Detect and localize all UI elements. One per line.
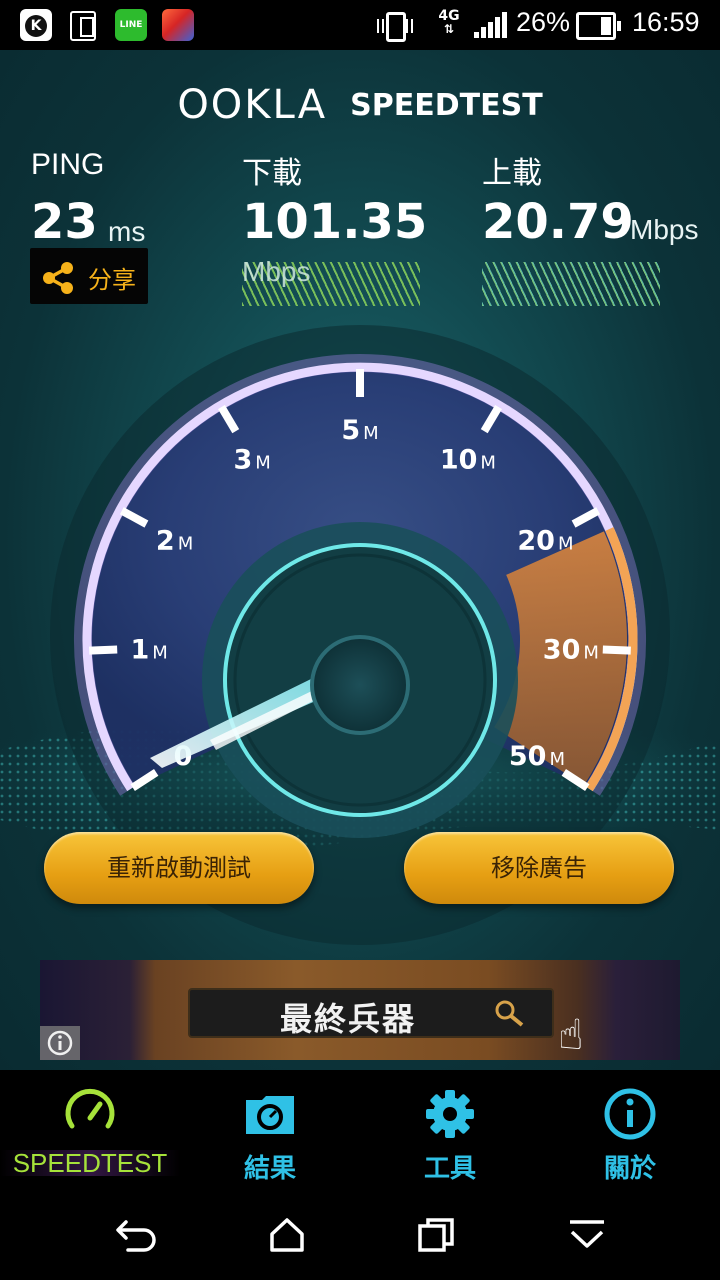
gauge-tick	[602, 645, 631, 655]
vibrate-icon	[377, 12, 413, 42]
ad-info-icon[interactable]	[40, 1026, 80, 1060]
gauge-tick-number: 20	[517, 525, 555, 556]
gauge-hub	[310, 635, 410, 735]
gauge-tick	[89, 645, 118, 655]
battery-percent: 26%	[516, 7, 571, 37]
gauge-tick-unit: M	[178, 533, 194, 554]
ad-search-box[interactable]: 最終兵器	[188, 988, 554, 1038]
gauge-tick-unit: M	[152, 642, 168, 663]
tab-results[interactable]: 結果	[180, 1070, 360, 1190]
system-navigation-bar	[0, 1190, 720, 1280]
gauge-tick-number: 10	[440, 445, 478, 476]
ad-search-icon	[495, 1000, 524, 1027]
gauge-tick-number: 50	[509, 741, 547, 772]
gauge-tick-number: 30	[543, 634, 581, 665]
gauge-tick-unit: M	[363, 423, 379, 444]
tab-tools[interactable]: 工具	[360, 1070, 540, 1190]
bottom-tab-bar: SPEEDTEST 結果 工具 關於	[0, 1070, 720, 1190]
tab-tools-label: 工具	[423, 1153, 476, 1183]
k-app-notification-icon: K	[20, 9, 52, 41]
tab-results-label: 結果	[243, 1153, 296, 1183]
signal-strength-icon	[474, 12, 508, 38]
gauge-tick-number: 2	[156, 525, 175, 556]
gauge-tick-unit: M	[255, 453, 271, 474]
tab-about-label: 關於	[603, 1153, 656, 1183]
gauge-tick-unit: M	[549, 749, 565, 770]
ad-banner[interactable]: 最終兵器 ☝	[40, 960, 680, 1060]
restart-test-button[interactable]: 重新啟動測試	[44, 832, 314, 904]
gauge-tick-unit: M	[480, 453, 496, 474]
recent-apps-icon[interactable]	[412, 1212, 462, 1258]
ad-text: 最終兵器	[280, 1000, 417, 1038]
speedtest-app: K LINE 4G ⇅ 26% 16:59 OOKLA SPEEDTEST PI…	[0, 0, 720, 1280]
clock: 16:59	[632, 7, 700, 37]
line-notification-icon: LINE	[115, 9, 147, 41]
gauge-tick-number: 1	[130, 634, 149, 665]
speedtest-main: OOKLA SPEEDTEST PING 23 ms 分享 下載 101.35 …	[0, 50, 720, 1070]
home-icon[interactable]	[262, 1212, 312, 1258]
gear-icon	[426, 1090, 474, 1138]
network-type-icon: 4G ⇅	[436, 8, 462, 35]
tab-about[interactable]: 關於	[540, 1070, 720, 1190]
tab-speedtest-label: SPEEDTEST	[12, 1148, 168, 1178]
copy-notification-icon	[70, 11, 96, 41]
status-bar: K LINE 4G ⇅ 26% 16:59	[0, 0, 720, 50]
results-folder-icon	[246, 1096, 294, 1134]
gauge-tick-unit: M	[583, 642, 599, 663]
hide-keyboard-icon[interactable]	[562, 1212, 612, 1258]
remove-ads-button[interactable]: 移除廣告	[404, 832, 674, 904]
gauge-tick-number: 5	[341, 415, 360, 446]
gauge-tick-number: 3	[233, 445, 252, 476]
line-icon-label: LINE	[119, 20, 143, 30]
game-notification-icon	[162, 9, 194, 41]
pointing-hand-icon: ☝	[558, 1010, 584, 1059]
back-icon[interactable]	[112, 1212, 162, 1258]
speedometer-icon	[65, 1088, 115, 1129]
battery-icon	[576, 12, 621, 40]
tab-speedtest[interactable]: SPEEDTEST	[0, 1070, 180, 1190]
gauge-tick-unit: M	[558, 533, 574, 554]
info-icon	[604, 1088, 656, 1140]
speed-gauge: 01M2M3M5M10M20M30M50M	[50, 325, 670, 945]
